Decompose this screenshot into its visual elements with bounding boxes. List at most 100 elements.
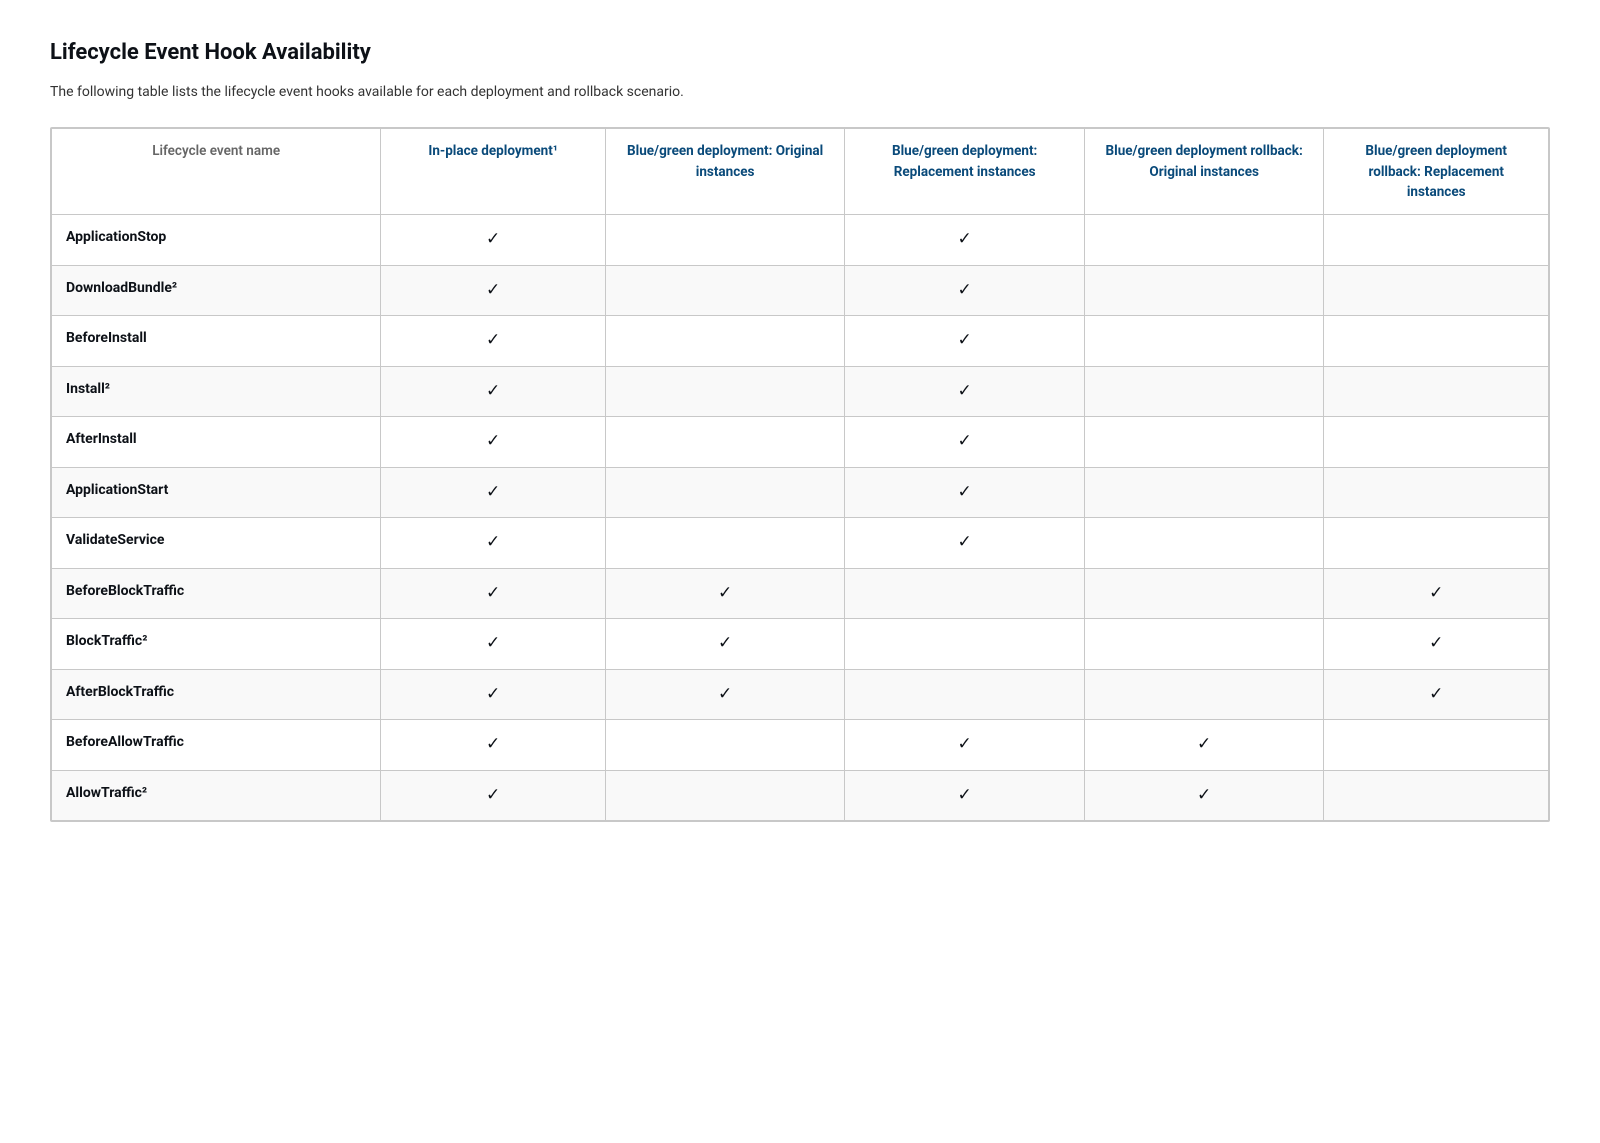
header-bluegreen-rollback-replacement: Blue/green deployment rollback: Replacem…	[1324, 129, 1549, 215]
checkmark-cell	[1084, 215, 1324, 266]
checkmark-cell: ✓	[381, 669, 606, 720]
table-row: BeforeInstall✓✓	[52, 316, 1549, 367]
checkmark-cell	[1324, 265, 1549, 316]
table-row: BeforeAllowTraffic ✓ ✓ ✓	[52, 720, 1549, 771]
checkmark-cell	[1324, 417, 1549, 468]
checkmark-icon: ✓	[486, 684, 500, 704]
checkmark-cell	[1324, 316, 1549, 367]
table-wrapper: Lifecycle event name In-place deployment…	[50, 127, 1550, 822]
checkmark-cell	[605, 316, 845, 367]
table-row: BlockTraffic² ✓ ✓ ✓	[52, 619, 1549, 670]
event-name-cell: ValidateService	[52, 518, 381, 569]
event-name-cell: DownloadBundle²	[52, 265, 381, 316]
checkmark-cell	[1084, 366, 1324, 417]
checkmark-icon: ✓	[958, 381, 972, 401]
checkmark-icon: ✓	[486, 229, 500, 249]
header-event-name: Lifecycle event name	[52, 129, 381, 215]
checkmark-cell: ✓	[845, 215, 1085, 266]
checkmark-cell: ✓	[381, 467, 606, 518]
checkmark-cell	[1324, 770, 1549, 821]
checkmark-icon: ✓	[486, 431, 500, 451]
checkmark-cell	[605, 518, 845, 569]
event-name-cell: AfterInstall	[52, 417, 381, 468]
checkmark-cell	[1084, 467, 1324, 518]
table-row: BeforeBlockTraffic✓✓✓	[52, 568, 1549, 619]
checkmark-icon: ✓	[486, 734, 500, 754]
checkmark-cell: ✓	[605, 568, 845, 619]
checkmark-cell	[845, 619, 1085, 670]
checkmark-icon: ✓	[958, 785, 972, 805]
checkmark-cell: ✓	[605, 669, 845, 720]
checkmark-cell	[605, 366, 845, 417]
checkmark-cell: ✓	[381, 619, 606, 670]
event-name-cell: AllowTraffic²	[52, 770, 381, 821]
checkmark-icon: ✓	[1429, 583, 1443, 603]
checkmark-cell	[605, 770, 845, 821]
lifecycle-table: Lifecycle event name In-place deployment…	[51, 128, 1549, 821]
checkmark-cell	[1324, 720, 1549, 771]
checkmark-cell	[845, 669, 1085, 720]
header-bluegreen-replacement: Blue/green deployment: Replacement insta…	[845, 129, 1085, 215]
checkmark-cell	[1084, 265, 1324, 316]
checkmark-cell: ✓	[381, 265, 606, 316]
checkmark-icon: ✓	[718, 633, 732, 653]
checkmark-cell: ✓	[845, 265, 1085, 316]
checkmark-icon: ✓	[1429, 684, 1443, 704]
checkmark-cell: ✓	[845, 720, 1085, 771]
checkmark-cell: ✓	[845, 467, 1085, 518]
checkmark-cell	[1324, 518, 1549, 569]
checkmark-cell	[1324, 467, 1549, 518]
checkmark-icon: ✓	[486, 280, 500, 300]
checkmark-cell: ✓	[845, 366, 1085, 417]
page-description: The following table lists the lifecycle …	[50, 81, 1550, 103]
checkmark-icon: ✓	[958, 734, 972, 754]
checkmark-cell	[1324, 215, 1549, 266]
checkmark-icon: ✓	[486, 785, 500, 805]
checkmark-icon: ✓	[486, 532, 500, 552]
checkmark-cell	[605, 467, 845, 518]
table-row: Install²✓✓	[52, 366, 1549, 417]
checkmark-cell: ✓	[1324, 669, 1549, 720]
checkmark-cell: ✓	[845, 518, 1085, 569]
table-header-row: Lifecycle event name In-place deployment…	[52, 129, 1549, 215]
checkmark-cell: ✓	[605, 619, 845, 670]
table-row: ValidateService ✓ ✓	[52, 518, 1549, 569]
checkmark-cell: ✓	[1084, 720, 1324, 771]
checkmark-cell	[845, 568, 1085, 619]
checkmark-cell	[1084, 316, 1324, 367]
table-row: ApplicationStop ✓ ✓	[52, 215, 1549, 266]
page-title: Lifecycle Event Hook Availability	[50, 40, 1550, 65]
checkmark-icon: ✓	[958, 482, 972, 502]
checkmark-cell: ✓	[381, 720, 606, 771]
checkmark-icon: ✓	[958, 431, 972, 451]
checkmark-icon: ✓	[486, 583, 500, 603]
checkmark-icon: ✓	[486, 633, 500, 653]
table-row: DownloadBundle² ✓ ✓	[52, 265, 1549, 316]
checkmark-cell	[605, 265, 845, 316]
checkmark-cell	[605, 720, 845, 771]
checkmark-cell: ✓	[381, 518, 606, 569]
checkmark-cell	[1084, 669, 1324, 720]
checkmark-icon: ✓	[958, 532, 972, 552]
checkmark-cell	[605, 215, 845, 266]
checkmark-icon: ✓	[1197, 785, 1211, 805]
checkmark-cell: ✓	[1324, 568, 1549, 619]
checkmark-cell: ✓	[1324, 619, 1549, 670]
header-bluegreen-original: Blue/green deployment: Original instance…	[605, 129, 845, 215]
checkmark-icon: ✓	[958, 330, 972, 350]
checkmark-cell: ✓	[845, 417, 1085, 468]
checkmark-cell	[1324, 366, 1549, 417]
checkmark-icon: ✓	[486, 482, 500, 502]
checkmark-cell	[1084, 417, 1324, 468]
event-name-cell: BlockTraffic²	[52, 619, 381, 670]
checkmark-cell: ✓	[381, 417, 606, 468]
checkmark-cell: ✓	[381, 316, 606, 367]
checkmark-icon: ✓	[1429, 633, 1443, 653]
checkmark-cell	[1084, 518, 1324, 569]
event-name-cell: BeforeAllowTraffic	[52, 720, 381, 771]
checkmark-cell	[1084, 619, 1324, 670]
event-name-cell: ApplicationStart	[52, 467, 381, 518]
checkmark-icon: ✓	[718, 684, 732, 704]
event-name-cell: Install²	[52, 366, 381, 417]
event-name-cell: ApplicationStop	[52, 215, 381, 266]
